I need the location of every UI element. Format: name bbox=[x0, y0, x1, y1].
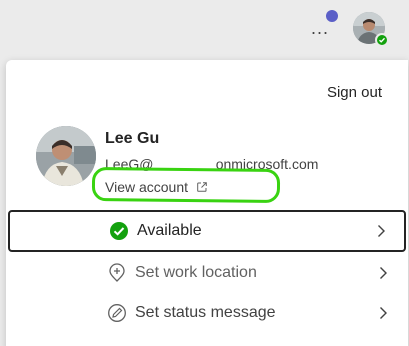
set-status-message-label: Set status message bbox=[135, 304, 276, 321]
view-account-link[interactable]: View account bbox=[105, 179, 208, 195]
profile-photo bbox=[36, 126, 96, 186]
set-work-location-item[interactable]: Set work location bbox=[8, 252, 406, 294]
available-check-icon bbox=[109, 221, 129, 241]
view-account-label: View account bbox=[105, 179, 189, 195]
notification-dot bbox=[326, 10, 338, 22]
top-bar: ... bbox=[0, 0, 409, 58]
profile-card: Sign out Lee Gu LeeG@ onmicrosoft.com Vi… bbox=[6, 60, 408, 346]
user-name: Lee Gu bbox=[105, 130, 160, 147]
presence-available-badge bbox=[375, 33, 389, 47]
user-email: LeeG@ onmicrosoft.com bbox=[105, 156, 319, 172]
status-edit-icon bbox=[107, 303, 127, 323]
status-available-item[interactable]: Available bbox=[8, 210, 406, 252]
checkmark-icon bbox=[379, 37, 386, 43]
profile-photo-image bbox=[36, 126, 96, 186]
location-add-icon bbox=[107, 263, 127, 283]
teams-profile-page: ... Sign out Lee Gu LeeG@ onmicrosoft.co… bbox=[0, 0, 409, 346]
set-work-location-label: Set work location bbox=[135, 264, 257, 281]
chevron-right-icon bbox=[380, 307, 387, 319]
set-status-message-item[interactable]: Set status message bbox=[8, 292, 406, 334]
status-available-label: Available bbox=[137, 222, 202, 239]
more-horizontal-icon: ... bbox=[310, 17, 329, 38]
sign-out-link[interactable]: Sign out bbox=[327, 84, 382, 101]
chevron-right-icon bbox=[380, 267, 387, 279]
chevron-right-icon bbox=[378, 225, 385, 237]
open-external-icon bbox=[197, 182, 207, 192]
